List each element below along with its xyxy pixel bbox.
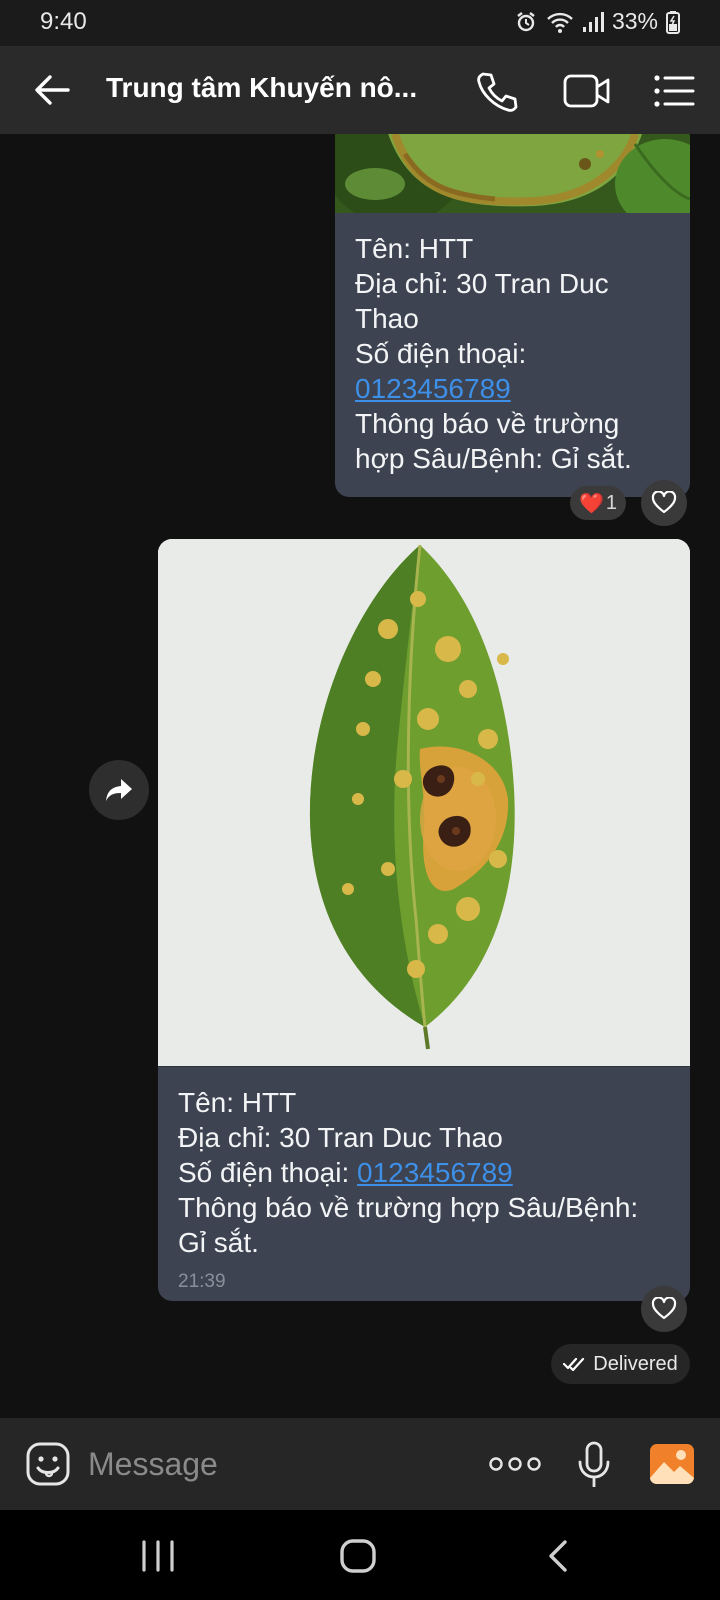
address-line-continued: Thao: [355, 303, 419, 334]
share-forward-icon: [106, 779, 132, 801]
status-bar: 9:40 33%: [0, 0, 720, 46]
emoji-button[interactable]: [24, 1440, 72, 1488]
report-line: Thông báo về trường hợp Sâu/Bệnh:: [178, 1192, 639, 1223]
reaction-badge[interactable]: ❤️ 1: [570, 486, 626, 520]
message-timestamp: 21:39: [178, 1271, 226, 1292]
back-icon: [549, 1540, 567, 1572]
back-button[interactable]: [30, 68, 76, 112]
voice-call-button[interactable]: [474, 70, 518, 112]
delivery-status-badge: Delivered: [551, 1344, 690, 1384]
sender-name-line: Tên: HTT: [178, 1087, 297, 1118]
like-button[interactable]: [641, 480, 687, 526]
double-check-icon: [563, 1357, 585, 1371]
chat-menu-button[interactable]: [652, 70, 696, 112]
message-text: Tên: HTT Địa chỉ: 30 Tran Duc Thao Số đi…: [158, 1067, 690, 1260]
message-input[interactable]: [88, 1440, 458, 1488]
heart-reaction-icon: ❤️: [578, 492, 604, 515]
reaction-count: 1: [605, 491, 618, 514]
message-composer: [0, 1418, 720, 1510]
home-icon: [340, 1539, 376, 1573]
message-bubble[interactable]: Tên: HTT Địa chỉ: 30 Tran Duc Thao Số đi…: [335, 134, 690, 497]
home-button[interactable]: [338, 1538, 378, 1574]
phone-label: Số điện thoại:: [355, 338, 527, 369]
emoji-icon: [26, 1442, 70, 1486]
message-text: Tên: HTT Địa chỉ: 30 Tran Duc Thao Số đi…: [335, 213, 690, 476]
forward-button[interactable]: [89, 760, 149, 820]
message-bubble[interactable]: Tên: HTT Địa chỉ: 30 Tran Duc Thao Số đi…: [158, 539, 690, 1301]
system-navigation-bar: [0, 1510, 720, 1600]
status-icons: 33%: [514, 8, 680, 35]
heart-outline-icon: [651, 491, 677, 514]
phone-number-link[interactable]: 0123456789: [357, 1157, 513, 1188]
list-menu-icon: [654, 75, 695, 107]
signal-icon: [582, 11, 604, 32]
address-line: Địa chỉ: 30 Tran Duc Thao: [178, 1122, 503, 1153]
sender-name-line: Tên: HTT: [355, 233, 474, 264]
microphone-icon: [578, 1441, 610, 1487]
recents-icon: [142, 1540, 174, 1572]
more-options-icon: [489, 1457, 541, 1471]
voice-message-button[interactable]: [576, 1440, 612, 1490]
like-button[interactable]: [641, 1286, 687, 1332]
battery-icon: [666, 10, 680, 34]
status-time: 9:40: [40, 8, 87, 35]
message-list[interactable]: Tên: HTT Địa chỉ: 30 Tran Duc Thao Số đi…: [0, 134, 720, 1418]
nav-back-button[interactable]: [541, 1538, 581, 1574]
wifi-icon: [547, 12, 573, 33]
recents-button[interactable]: [138, 1538, 178, 1574]
more-options-button[interactable]: [488, 1450, 542, 1478]
back-arrow-icon: [35, 75, 70, 105]
phone-number-link[interactable]: 0123456789: [355, 373, 511, 404]
leaf-photo-thumbnail[interactable]: [335, 134, 690, 213]
gallery-icon: [650, 1444, 694, 1484]
leaf-photo-crop: [335, 134, 690, 213]
gallery-button[interactable]: [648, 1440, 696, 1488]
phone-label: Số điện thoại:: [178, 1157, 350, 1188]
video-call-button[interactable]: [562, 70, 612, 112]
report-line-continued: Gỉ sắt.: [178, 1227, 259, 1258]
chat-title[interactable]: Trung tâm Khuyến nô...: [106, 72, 426, 104]
leaf-photo[interactable]: [158, 539, 690, 1067]
alarm-icon: [517, 11, 535, 31]
delivered-label: Delivered: [593, 1352, 678, 1375]
address-line: Địa chỉ: 30 Tran Duc: [355, 268, 609, 299]
heart-outline-icon: [651, 1297, 677, 1320]
video-camera-icon: [563, 74, 610, 108]
report-line: Thông báo về trường: [355, 408, 620, 439]
rust-disease-leaf-photo: [158, 539, 690, 1066]
phone-icon: [477, 72, 518, 112]
battery-percent: 33%: [611, 8, 658, 34]
report-line-continued: hợp Sâu/Bệnh: Gỉ sắt.: [355, 443, 632, 474]
chat-header: Trung tâm Khuyến nô...: [0, 46, 720, 134]
